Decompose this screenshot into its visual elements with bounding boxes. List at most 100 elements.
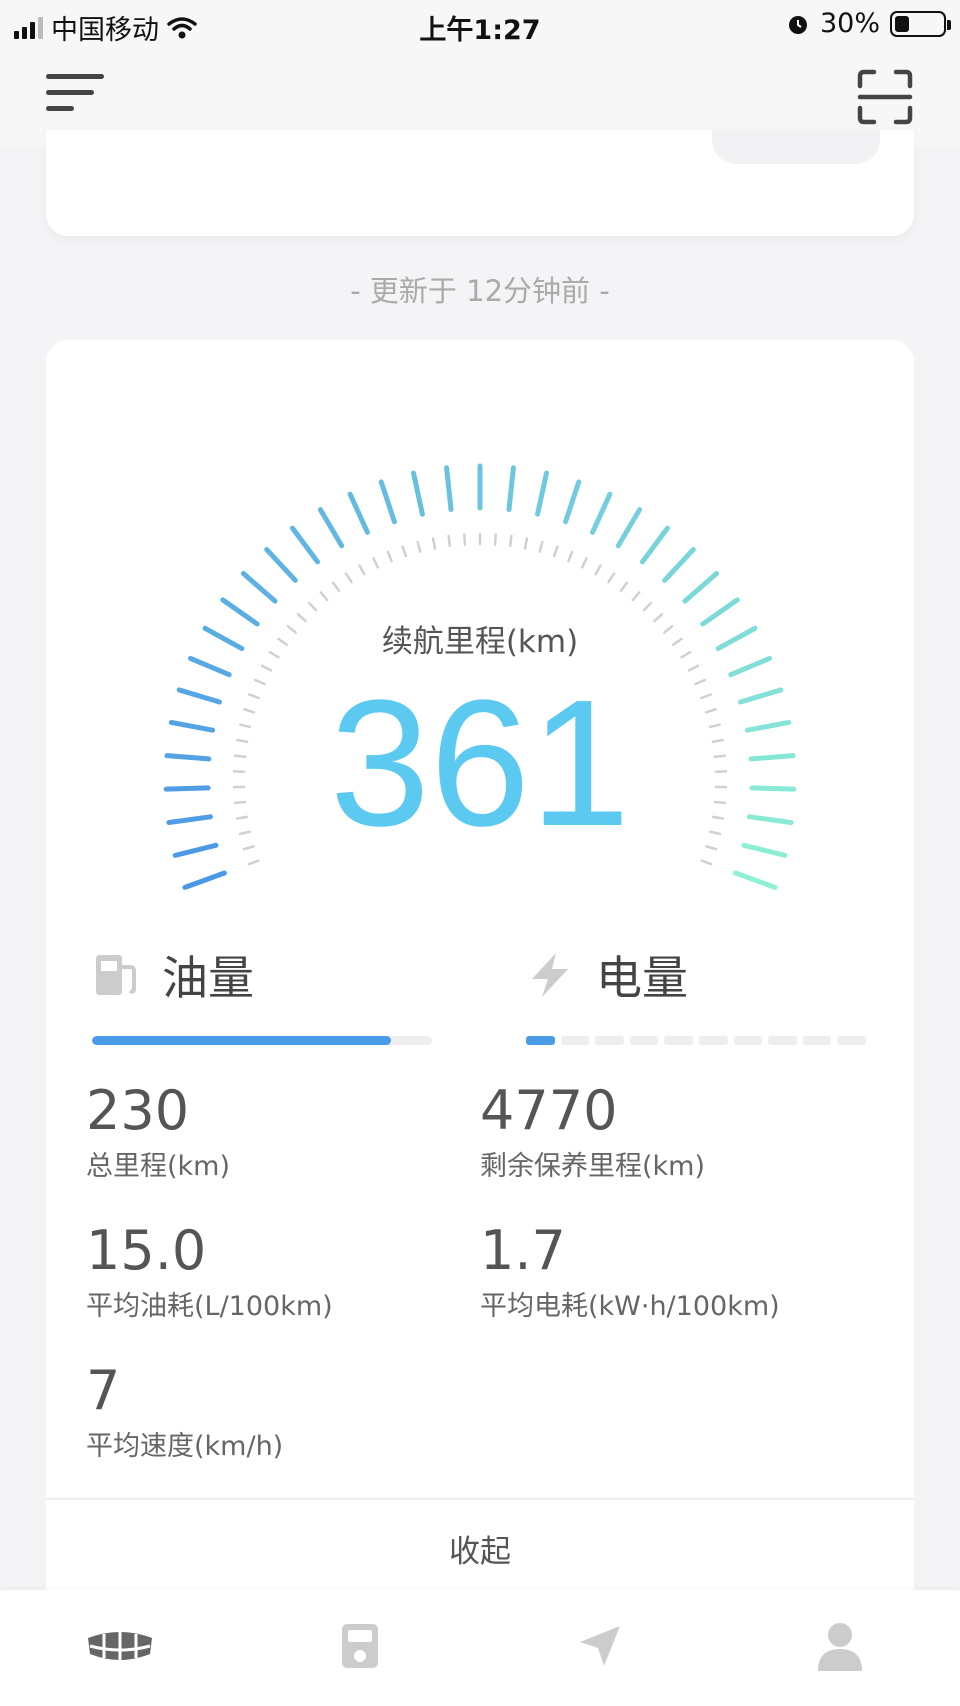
- fuel-meter: 油量: [92, 940, 432, 1045]
- gauge-inner-tick: [260, 664, 273, 672]
- gauge-tick: [444, 465, 454, 513]
- stat-total-mileage: 230 总里程(km): [86, 1080, 230, 1183]
- gauge-inner-tick: [580, 557, 588, 569]
- stat-value: 15.0: [86, 1219, 207, 1282]
- stat-avg-speed: 7 平均速度(km/h): [86, 1360, 283, 1463]
- electric-segment: [629, 1036, 659, 1045]
- gauge-tick: [411, 470, 425, 517]
- fuel-level-fill: [92, 1036, 392, 1045]
- gauge-tick: [506, 465, 516, 513]
- range-value: 361: [329, 663, 631, 864]
- fuel-title: 油量: [162, 951, 254, 1005]
- vehicle-action-pill[interactable]: [712, 130, 880, 164]
- tab-home[interactable]: [80, 1616, 160, 1676]
- gauge-inner-tick: [416, 540, 422, 553]
- gauge-tick: [682, 571, 720, 604]
- electric-segment: [698, 1036, 728, 1045]
- stat-label: 总里程(km): [86, 1151, 231, 1182]
- gauge-inner-tick: [687, 664, 700, 672]
- tab-charging[interactable]: [320, 1616, 400, 1676]
- gauge-tick: [535, 470, 549, 517]
- gauge-tick: [347, 491, 370, 535]
- gauge-inner-tick: [567, 550, 574, 563]
- gauge-inner-tick: [619, 581, 629, 592]
- gauge-inner-tick: [523, 537, 529, 550]
- stat-label: 剩余保养里程(km): [480, 1151, 706, 1182]
- gauge-inner-tick: [508, 534, 513, 548]
- lightning-icon: [532, 953, 568, 997]
- vehicle-status-card: 续航里程(km) 361 油量 电量 230 总里程(km) 4770 剩余保养…: [46, 340, 914, 1630]
- gauge-inner-tick: [358, 564, 366, 576]
- gauge-tick: [182, 870, 227, 890]
- electric-segment: [664, 1036, 693, 1045]
- gauge-inner-tick: [594, 564, 602, 576]
- gauge-inner-tick: [538, 540, 544, 553]
- gauge-inner-tick: [247, 859, 260, 866]
- battery-percent: 30%: [819, 8, 880, 39]
- gauge-inner-tick: [401, 545, 408, 558]
- gauge-inner-tick: [344, 572, 353, 584]
- electric-title-row: 电量: [526, 940, 866, 1010]
- divider: [46, 1498, 914, 1500]
- scan-icon[interactable]: [856, 68, 914, 126]
- gauge-inner-tick: [307, 601, 318, 612]
- gauge-tick: [662, 547, 696, 583]
- fuel-level-bar: [92, 1036, 432, 1045]
- status-bar: 中国移动 上午1:27 30%: [0, 0, 960, 50]
- gauge-inner-tick: [372, 557, 380, 569]
- stat-value: 7: [86, 1359, 121, 1422]
- stat-value: 230: [86, 1079, 190, 1142]
- gauge-tick: [378, 479, 397, 525]
- range-label: 续航里程(km): [381, 624, 579, 660]
- stat-value: 4770: [480, 1079, 618, 1142]
- gauge-inner-tick: [631, 591, 641, 602]
- electric-segment: [595, 1036, 624, 1045]
- alarm-icon: [788, 15, 807, 34]
- updated-text: - 更新于 12分钟前 -: [350, 274, 610, 308]
- vehicle-card[interactable]: [46, 130, 914, 236]
- fuel-pump-icon: [96, 955, 136, 995]
- gauge-tick: [590, 491, 613, 535]
- gauge-tick: [563, 479, 582, 525]
- stat-avg-electric: 1.7 平均电耗(kW·h/100km): [480, 1220, 780, 1323]
- electric-segment: [802, 1036, 832, 1045]
- profile-icon: [818, 1623, 862, 1671]
- electric-segment: [768, 1036, 797, 1045]
- gauge-tick: [289, 525, 321, 565]
- stat-label: 平均速度(km/h): [86, 1431, 284, 1462]
- gauge-inner-tick: [331, 581, 341, 592]
- tab-navigation[interactable]: [560, 1616, 640, 1676]
- gauge-tick: [639, 525, 671, 565]
- gauge-tick: [240, 571, 278, 604]
- gauge-inner-tick: [463, 533, 467, 546]
- gauge-inner-tick: [493, 533, 497, 546]
- battery-icon: [890, 10, 951, 37]
- hamburger-menu-icon[interactable]: [46, 74, 106, 120]
- gauge-tick: [264, 547, 298, 583]
- electric-level-bar: [526, 1036, 866, 1045]
- collapse-button[interactable]: 收起: [46, 1526, 914, 1571]
- gauge-inner-tick: [319, 591, 329, 602]
- gauge-inner-tick: [552, 545, 559, 558]
- gauge-inner-tick: [386, 550, 393, 563]
- stat-maintenance-mileage: 4770 剩余保养里程(km): [480, 1080, 705, 1183]
- electric-segment: [733, 1036, 763, 1045]
- tab-profile[interactable]: [800, 1616, 880, 1676]
- gauge-tick: [733, 870, 778, 890]
- status-right: 30%: [786, 8, 951, 39]
- electric-segment: [526, 1036, 555, 1045]
- stat-avg-fuel: 15.0 平均油耗(L/100km): [86, 1220, 333, 1323]
- gauge-inner-tick: [447, 534, 452, 548]
- gauge-tick: [615, 507, 643, 549]
- gauge-tick: [317, 507, 345, 549]
- car-brand-icon: [88, 1632, 152, 1660]
- gauge-inner-tick: [431, 537, 437, 550]
- stat-label: 平均油耗(L/100km): [86, 1291, 333, 1322]
- gauge-inner-tick: [607, 572, 616, 584]
- navigation-icon: [580, 1626, 620, 1666]
- tab-bar: [0, 1590, 960, 1706]
- stat-value: 1.7: [480, 1219, 566, 1282]
- electric-segment: [837, 1036, 866, 1045]
- stat-label: 平均电耗(kW·h/100km): [480, 1291, 780, 1322]
- gauge-inner-tick: [642, 601, 653, 612]
